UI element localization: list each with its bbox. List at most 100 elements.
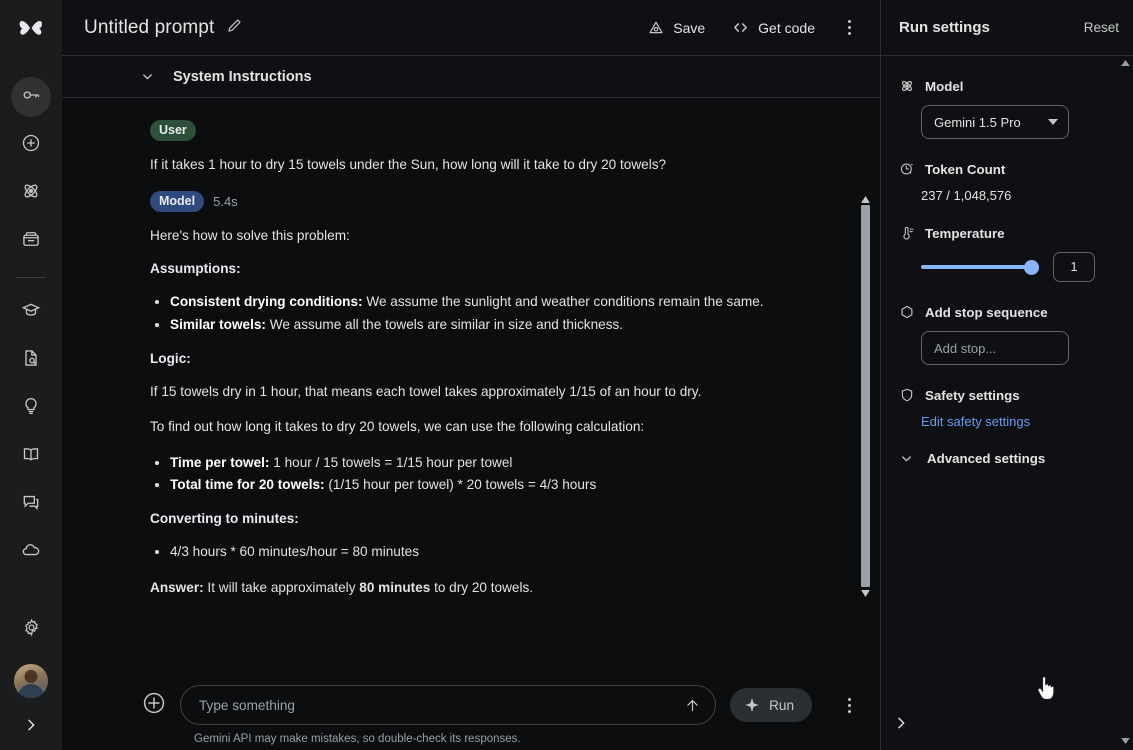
list-item: 4/3 hours * 60 minutes/hour = 80 minutes [170, 542, 780, 562]
edit-safety-settings-link[interactable]: Edit safety settings [921, 414, 1119, 429]
shield-icon [899, 387, 915, 403]
setting-stop-header: Add stop sequence [899, 304, 1119, 320]
scroll-up-arrow-icon[interactable] [858, 194, 872, 204]
setting-temperature: Temperature 1 [899, 225, 1119, 282]
sidebar-item-learn[interactable] [11, 292, 51, 332]
run-settings-header: Run settings Reset [881, 0, 1133, 55]
cloud-icon [21, 540, 41, 565]
section-heading: Assumptions: [150, 261, 241, 277]
prompt-input[interactable]: Type something [199, 698, 684, 713]
system-instructions-header[interactable]: System Instructions [62, 56, 880, 97]
conversation-scroll: User If it takes 1 hour to dry 15 towels… [62, 98, 880, 680]
answer-paragraph: Answer: It will take approximately 80 mi… [150, 578, 780, 598]
composer: Type something Run Gemini API may make m… [62, 680, 880, 750]
composer-row: Type something Run [142, 685, 866, 725]
sidebar-item-feedback[interactable] [11, 484, 51, 524]
page-title: Untitled prompt [84, 16, 215, 38]
scroll-down-arrow-icon[interactable] [1120, 738, 1130, 744]
submit-prompt-button[interactable] [684, 697, 701, 714]
document-search-icon [21, 348, 41, 373]
rail-bottom-group [0, 610, 62, 750]
save-cloud-icon [647, 19, 665, 37]
save-button[interactable]: Save [636, 12, 716, 44]
topbar-more-button[interactable] [832, 11, 866, 45]
model-select[interactable]: Gemini 1.5 Pro [921, 105, 1069, 139]
add-attachment-button[interactable] [142, 691, 166, 720]
setting-temperature-header: Temperature [899, 225, 1119, 241]
chevron-down-icon [140, 69, 155, 84]
temperature-slider[interactable] [921, 259, 1039, 275]
sidebar-item-cloud-console[interactable] [11, 532, 51, 572]
get-code-button[interactable]: Get code [720, 11, 826, 44]
scrollbar-thumb[interactable] [860, 205, 870, 587]
list-item-text: (1/15 hour per towel) * 20 towels = 4/3 … [324, 477, 597, 493]
stop-sequence-input[interactable]: Add stop... [921, 331, 1069, 365]
caret-down-icon [1048, 119, 1058, 125]
bullet-list: Time per towel: 1 hour / 15 towels = 1/1… [170, 453, 780, 495]
sidebar-item-documentation[interactable] [11, 340, 51, 380]
plus-circle-icon [21, 133, 41, 158]
setting-stop-label: Add stop sequence [925, 304, 1048, 320]
turn-role-row: User [150, 120, 780, 141]
sidebar-item-api-key[interactable] [11, 77, 51, 117]
scroll-down-arrow-icon[interactable] [858, 588, 872, 598]
run-settings-title: Run settings [899, 19, 990, 36]
list-item-text: We assume the sunlight and weather condi… [362, 294, 764, 310]
chevron-down-icon [899, 451, 915, 466]
pencil-icon [226, 17, 243, 39]
list-item-text: We assume all the towels are similar in … [265, 316, 624, 332]
latency-label: 5.4s [213, 193, 238, 209]
plus-circle-icon [142, 691, 166, 720]
atom-icon [899, 78, 915, 94]
composer-more-button[interactable] [832, 688, 866, 722]
list-item-text: 1 hour / 15 towels = 1/15 hour per towel [269, 455, 513, 471]
sparkle-icon [744, 697, 760, 713]
expand-sidebar-button[interactable] [14, 712, 48, 742]
setting-model-header: Model [899, 78, 1119, 94]
main-column: Untitled prompt Save Get code System Ins… [62, 0, 880, 750]
setting-model-label: Model [925, 78, 964, 94]
section-heading: Converting to minutes: [150, 511, 299, 527]
sidebar-item-guide[interactable] [11, 436, 51, 476]
scroll-up-arrow-icon[interactable] [1120, 60, 1130, 66]
sidebar-item-library[interactable] [11, 221, 51, 261]
user-message[interactable]: If it takes 1 hour to dry 15 towels unde… [150, 155, 780, 175]
advanced-settings-toggle[interactable]: Advanced settings [899, 451, 1119, 466]
setting-token-header: Token Count [899, 161, 1119, 177]
book-icon [21, 444, 41, 469]
top-bar: Untitled prompt Save Get code [62, 0, 880, 55]
avatar-head [24, 670, 38, 683]
list-item: Total time for 20 towels: (1/15 hour per… [170, 475, 780, 495]
status-badge: Model [150, 190, 205, 212]
conversation-scrollbar[interactable] [858, 194, 872, 598]
slider-track [921, 265, 1039, 269]
slider-thumb[interactable] [1024, 259, 1039, 275]
conversation-area: User If it takes 1 hour to dry 15 towels… [62, 98, 880, 680]
app-logo[interactable] [0, 0, 62, 55]
rename-prompt-button[interactable] [226, 17, 243, 39]
collapse-panel-button[interactable] [893, 715, 909, 736]
settings-button[interactable] [11, 610, 51, 650]
list-item-bold: Time per towel: [170, 455, 270, 471]
run-button[interactable]: Run [730, 688, 812, 722]
run-label: Run [769, 697, 794, 713]
kebab-menu-icon [847, 696, 851, 714]
run-settings-scrollbar[interactable] [1119, 60, 1131, 744]
temperature-value-input[interactable]: 1 [1053, 252, 1095, 282]
model-paragraph: Here's how to solve this problem: [150, 227, 350, 243]
list-item-text: 4/3 hours * 60 minutes/hour = 80 minutes [170, 544, 419, 560]
lightbulb-icon [21, 396, 41, 421]
sidebar-item-tune-model[interactable] [11, 173, 51, 213]
answer-value: 80 minutes [359, 580, 431, 596]
sidebar-item-examples[interactable] [11, 388, 51, 428]
sidebar-item-new-prompt[interactable] [11, 125, 51, 165]
setting-safety-label: Safety settings [925, 387, 1020, 403]
system-instructions-label: System Instructions [173, 68, 312, 85]
reset-button[interactable]: Reset [1084, 20, 1119, 35]
model-paragraph: If 15 towels dry in 1 hour, that means e… [150, 383, 702, 399]
bullet-list: 4/3 hours * 60 minutes/hour = 80 minutes [170, 542, 780, 562]
avatar[interactable] [14, 664, 48, 698]
answer-mid: It will take approximately [203, 580, 360, 596]
advanced-settings-label: Advanced settings [927, 451, 1046, 466]
prompt-input-wrapper[interactable]: Type something [180, 685, 717, 725]
